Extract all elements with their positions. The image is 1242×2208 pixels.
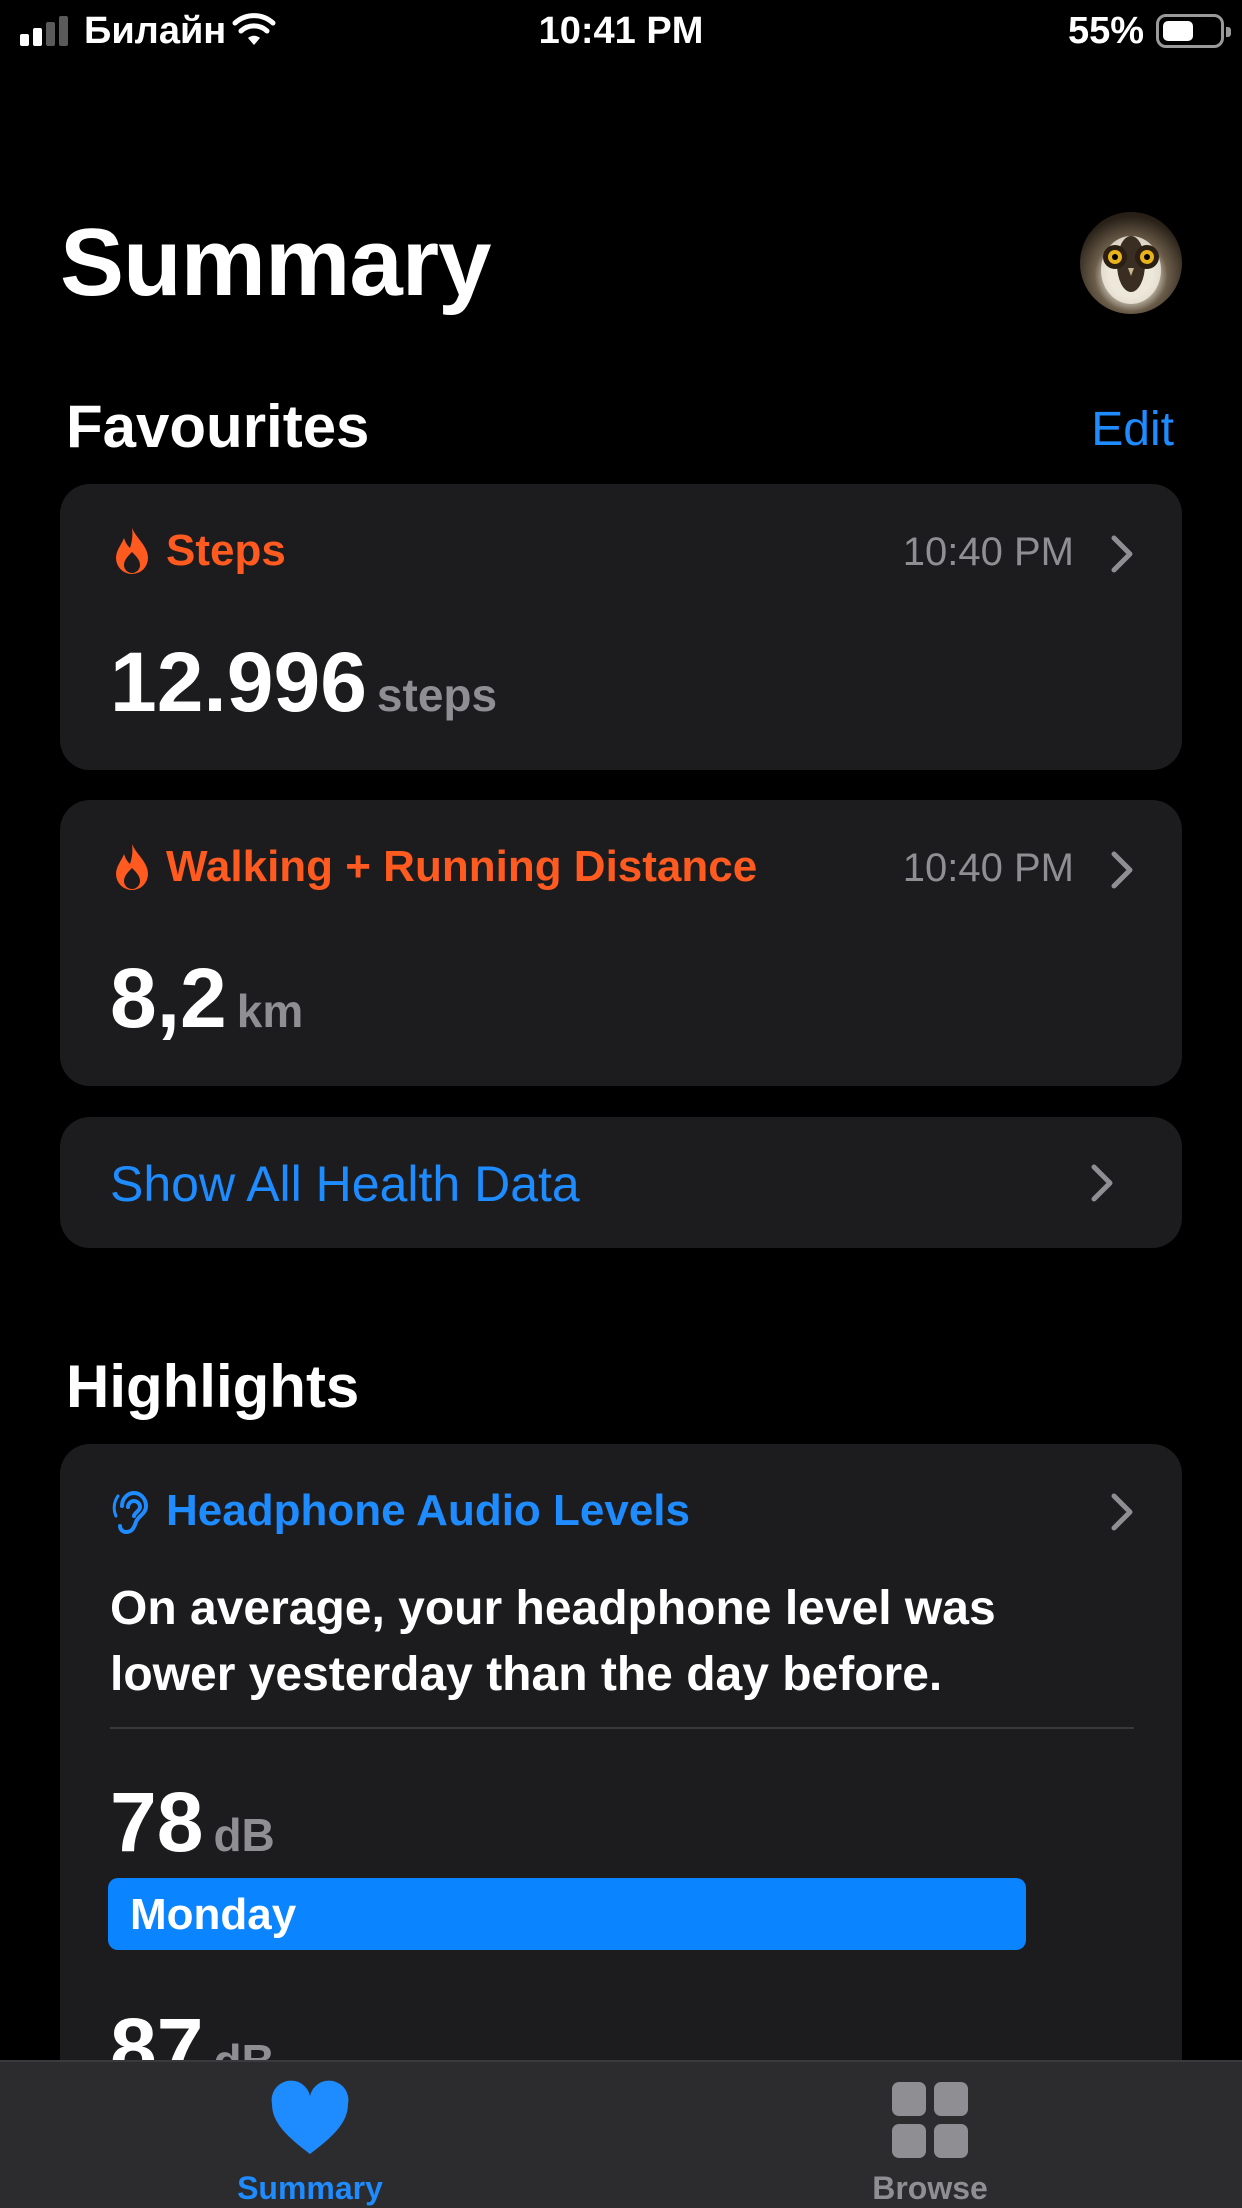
chevron-right-icon — [1111, 851, 1133, 889]
distance-timestamp: 10:40 PM — [902, 846, 1074, 890]
tab-summary-label: Summary — [237, 2170, 383, 2206]
distance-title: Walking + Running Distance — [166, 842, 758, 891]
distance-card[interactable]: Walking + Running Distance 10:40 PM 8,2 … — [60, 800, 1182, 1086]
favourites-heading: Favourites — [66, 393, 370, 460]
audio-level-value: 78 — [110, 1775, 204, 1869]
steps-card[interactable]: Steps 10:40 PM 12.996 steps — [60, 484, 1182, 770]
steps-timestamp: 10:40 PM — [902, 530, 1074, 574]
chevron-right-icon — [1111, 1493, 1133, 1531]
heart-icon — [271, 2080, 349, 2154]
divider — [110, 1727, 1134, 1729]
headphone-audio-levels-card[interactable]: Headphone Audio Levels On average, your … — [60, 1444, 1182, 2144]
avatar[interactable] — [1080, 212, 1182, 314]
headphone-audio-levels-title: Headphone Audio Levels — [166, 1486, 691, 1535]
tab-browse-label: Browse — [872, 2170, 988, 2206]
steps-value: 12.996 — [110, 635, 367, 729]
flame-icon — [116, 528, 148, 574]
audio-level-unit: dB — [213, 1809, 275, 1861]
flame-icon — [116, 844, 148, 890]
steps-title: Steps — [166, 526, 286, 575]
battery-icon — [1156, 14, 1231, 48]
audio-level-bar: Monday — [108, 1878, 1026, 1950]
edit-button[interactable]: Edit — [1091, 402, 1174, 457]
battery-percentage: 55% — [1067, 10, 1144, 52]
tab-browse[interactable]: Browse — [810, 2080, 1050, 2206]
chevron-right-icon — [1111, 535, 1133, 573]
show-all-health-data-label: Show All Health Data — [110, 1156, 580, 1212]
distance-unit: km — [236, 985, 304, 1037]
chevron-right-icon — [1091, 1164, 1113, 1202]
owl-avatar-image — [1101, 236, 1161, 304]
steps-unit: steps — [376, 669, 498, 721]
show-all-health-data-button[interactable]: Show All Health Data — [60, 1117, 1182, 1248]
highlights-heading: Highlights — [66, 1353, 360, 1420]
page-title: Summary — [60, 209, 492, 316]
distance-value: 8,2 — [110, 951, 227, 1045]
ear-icon — [112, 1491, 149, 1535]
audio-level-row: 78 dB — [110, 1774, 275, 1871]
status-bar: Билайн 10:41 PM 55% — [0, 0, 1242, 62]
status-time: 10:41 PM — [538, 10, 704, 52]
highlight-description: On average, your headphone level was low… — [110, 1582, 996, 1701]
grid-icon — [892, 2082, 968, 2158]
tab-bar: Summary Browse — [0, 2060, 1242, 2208]
audio-level-bar-label: Monday — [130, 1890, 297, 1939]
tab-summary[interactable]: Summary — [190, 2080, 430, 2206]
